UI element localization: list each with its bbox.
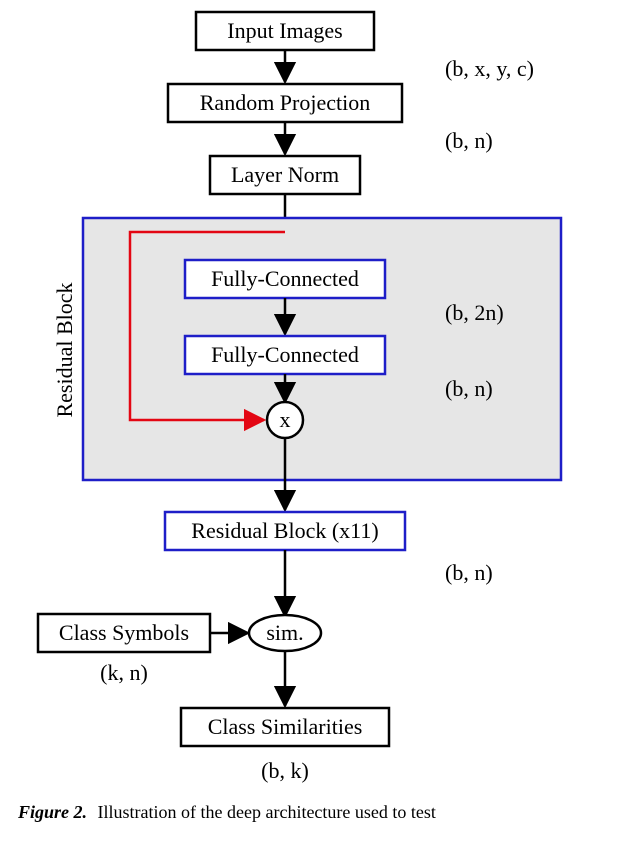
label-multiply: x <box>280 407 291 432</box>
node-fc2: Fully-Connected <box>185 336 385 374</box>
label-residual-block-side: Residual Block <box>52 282 77 417</box>
label-random-projection: Random Projection <box>200 90 370 115</box>
label-fc2: Fully-Connected <box>211 342 359 367</box>
dim-after-randproj: (b, n) <box>445 128 493 153</box>
node-sim: sim. <box>249 615 321 651</box>
dim-class-symbols: (k, n) <box>100 660 148 685</box>
label-residual-repeat: Residual Block (x11) <box>191 518 378 543</box>
label-input-images: Input Images <box>227 18 342 43</box>
node-class-similarities: Class Similarities <box>181 708 389 746</box>
dim-after-residual-repeat: (b, n) <box>445 560 493 585</box>
label-layer-norm: Layer Norm <box>231 162 339 187</box>
dim-after-input: (b, x, y, c) <box>445 56 534 81</box>
caption-prefix: Figure 2. <box>17 802 87 822</box>
dim-output: (b, k) <box>261 758 309 783</box>
label-class-symbols: Class Symbols <box>59 620 189 645</box>
node-random-projection: Random Projection <box>168 84 402 122</box>
architecture-diagram: Input Images (b, x, y, c) Random Project… <box>0 0 640 852</box>
label-sim: sim. <box>266 620 303 645</box>
node-input-images: Input Images <box>196 12 374 50</box>
dim-after-fc2: (b, n) <box>445 376 493 401</box>
label-class-similarities: Class Similarities <box>208 714 363 739</box>
node-class-symbols: Class Symbols <box>38 614 210 652</box>
node-multiply: x <box>267 402 303 438</box>
node-residual-repeat: Residual Block (x11) <box>165 512 405 550</box>
caption-rest: Illustration of the deep architecture us… <box>98 802 436 822</box>
node-layer-norm: Layer Norm <box>210 156 360 194</box>
node-fc1: Fully-Connected <box>185 260 385 298</box>
dim-after-fc1: (b, 2n) <box>445 300 504 325</box>
figure-caption: Figure 2. Illustration of the deep archi… <box>17 802 436 822</box>
label-fc1: Fully-Connected <box>211 266 359 291</box>
